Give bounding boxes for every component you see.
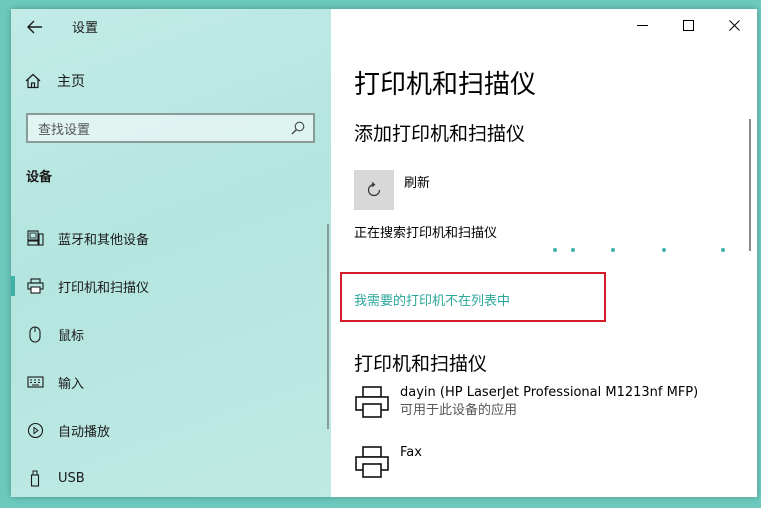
search-icon[interactable]	[291, 121, 305, 135]
app-title: 设置	[72, 21, 99, 36]
sidebar-item-bluetooth[interactable]: 蓝牙和其他设备	[11, 214, 331, 262]
mouse-icon	[26, 325, 44, 343]
printer-item-dayin[interactable]: dayin (HP LaserJet Professional M1213nf …	[354, 384, 698, 420]
sidebar-item-autoplay[interactable]: 自动播放	[11, 406, 331, 454]
settings-window: 设置 主页 查找设置 设备 蓝牙和其他设备 打印机和扫描仪 鼠标 输入 自动播放…	[11, 9, 757, 497]
minimize-icon	[636, 24, 648, 26]
back-button[interactable]	[25, 17, 45, 37]
home-icon	[25, 73, 41, 89]
refresh-button[interactable]	[354, 170, 394, 210]
maximize-icon	[682, 19, 694, 31]
progress-dot	[553, 248, 557, 252]
section-heading-devices: 设备	[26, 170, 53, 185]
add-printers-heading: 添加打印机和扫描仪	[354, 123, 526, 145]
back-arrow-icon	[27, 20, 42, 34]
sidebar-item-label: 自动播放	[58, 424, 111, 440]
page-title: 打印机和扫描仪	[354, 70, 537, 100]
window-controls	[619, 9, 757, 41]
sidebar-item-typing[interactable]: 输入	[11, 358, 331, 406]
refresh-icon	[367, 182, 381, 197]
printer-not-listed-link[interactable]: 我需要的打印机不在列表中	[354, 290, 510, 309]
sidebar-item-label: 输入	[58, 376, 85, 392]
progress-dot	[662, 248, 666, 252]
printer-item-fax[interactable]: Fax	[354, 444, 422, 480]
printer-name: Fax	[400, 445, 422, 460]
progress-dot	[721, 248, 725, 252]
sidebar-scrollbar[interactable]	[327, 224, 329, 429]
usb-icon	[26, 469, 44, 487]
printer-icon	[355, 446, 389, 478]
sidebar: 设置 主页 查找设置 设备 蓝牙和其他设备 打印机和扫描仪 鼠标 输入 自动播放…	[11, 9, 331, 497]
printers-section-heading: 打印机和扫描仪	[354, 353, 488, 375]
printer-name: dayin (HP LaserJet Professional M1213nf …	[400, 385, 699, 400]
progress-dot	[611, 248, 615, 252]
close-button[interactable]	[711, 9, 757, 41]
printer-icon	[26, 277, 44, 295]
refresh-label[interactable]: 刷新	[404, 172, 430, 191]
sidebar-item-label: 打印机和扫描仪	[58, 280, 150, 296]
searching-status: 正在搜索打印机和扫描仪	[354, 226, 498, 241]
device-nav-list: 蓝牙和其他设备 打印机和扫描仪 鼠标 输入 自动播放 USB	[11, 214, 331, 497]
printer-icon	[355, 386, 389, 418]
main-content: 打印机和扫描仪 添加打印机和扫描仪 刷新 正在搜索打印机和扫描仪 我需要的打印机…	[331, 9, 757, 497]
bluetooth-devices-icon	[26, 229, 44, 247]
sidebar-item-label: USB	[58, 470, 85, 486]
progress-dot	[571, 248, 575, 252]
content-scrollbar[interactable]	[749, 119, 751, 251]
search-placeholder: 查找设置	[38, 122, 91, 138]
minimize-button[interactable]	[619, 9, 665, 41]
sidebar-item-mouse[interactable]: 鼠标	[11, 310, 331, 358]
nav-home-label: 主页	[57, 74, 85, 90]
keyboard-icon	[26, 373, 44, 391]
autoplay-icon	[26, 421, 44, 439]
printer-status: 可用于此设备的应用	[400, 403, 518, 418]
maximize-button[interactable]	[665, 9, 711, 41]
close-icon	[728, 19, 740, 31]
sidebar-item-usb[interactable]: USB	[11, 454, 331, 497]
sidebar-item-printers[interactable]: 打印机和扫描仪	[11, 262, 331, 310]
sidebar-item-label: 鼠标	[58, 328, 85, 344]
search-input[interactable]: 查找设置	[26, 113, 315, 143]
nav-home[interactable]: 主页	[25, 70, 315, 92]
sidebar-item-label: 蓝牙和其他设备	[58, 232, 150, 248]
